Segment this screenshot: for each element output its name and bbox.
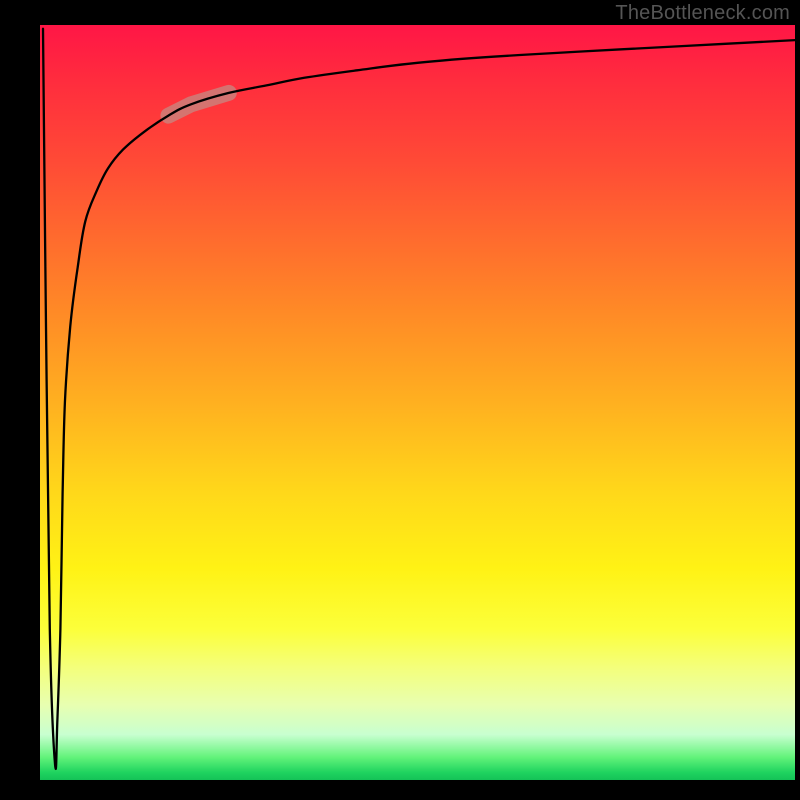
curve-svg <box>40 25 795 780</box>
watermark-text: TheBottleneck.com <box>615 2 790 25</box>
bottleneck-curve <box>43 29 795 769</box>
chart-frame: TheBottleneck.com <box>0 0 800 800</box>
plot-area <box>40 25 795 780</box>
